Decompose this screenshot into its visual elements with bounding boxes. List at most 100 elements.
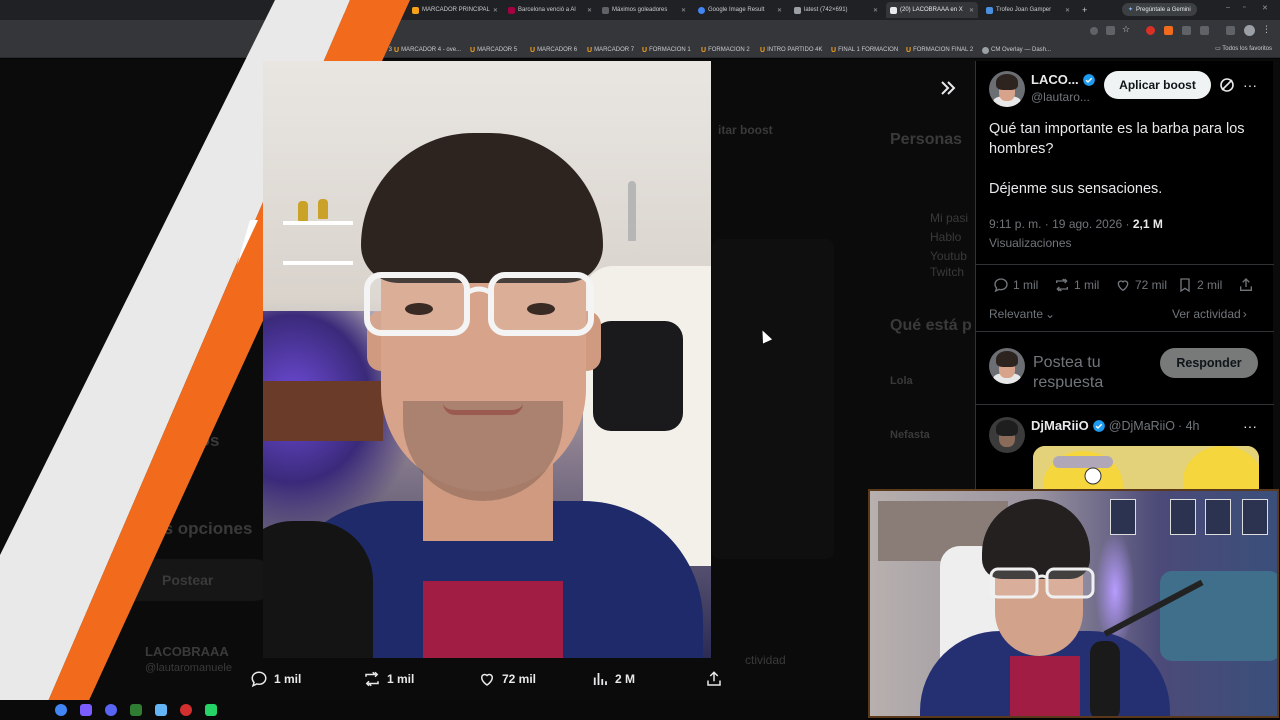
extension-record-icon[interactable] bbox=[1146, 26, 1155, 35]
tab-7[interactable]: Trofeo Joan Gamper ✕ bbox=[982, 2, 1074, 18]
close-icon[interactable]: ✕ bbox=[777, 7, 782, 14]
reply-button[interactable]: Responder bbox=[1160, 348, 1258, 378]
view-activity-link[interactable]: Ver actividad › bbox=[1172, 307, 1247, 321]
chrome-icon[interactable] bbox=[55, 704, 67, 716]
bookmark-item[interactable]: MARCADOR 3 bbox=[352, 45, 392, 55]
tab-favicon bbox=[986, 6, 993, 14]
photo-shelf bbox=[283, 221, 353, 225]
puzzle-icon[interactable] bbox=[1200, 26, 1209, 35]
my-avatar[interactable] bbox=[989, 348, 1025, 384]
close-icon[interactable]: ✕ bbox=[969, 7, 974, 14]
profile-avatar[interactable] bbox=[1244, 25, 1255, 36]
minimize-icon[interactable]: – bbox=[1226, 4, 1230, 11]
share-button[interactable] bbox=[1238, 277, 1254, 293]
extension-icon[interactable] bbox=[1182, 26, 1191, 35]
bookmark-u-icon: U bbox=[906, 46, 912, 54]
webcam-frame bbox=[1205, 499, 1231, 535]
bg-boost-hint: itar boost bbox=[718, 123, 773, 137]
media-reply-button[interactable]: 1 mil bbox=[250, 668, 301, 690]
close-icon[interactable]: ✕ bbox=[493, 7, 498, 14]
more-options-icon[interactable]: ··· bbox=[1242, 77, 1258, 93]
avatar-hair bbox=[996, 73, 1018, 91]
verified-badge-icon bbox=[1082, 73, 1095, 86]
bookmark-item[interactable]: U MARCADOR 4 - ove... bbox=[394, 45, 461, 55]
media-like-button[interactable]: 72 mil bbox=[478, 668, 536, 690]
new-tab-button[interactable]: + bbox=[1078, 2, 1092, 18]
reply-input[interactable]: Postea tu respuesta bbox=[1033, 353, 1143, 389]
bg-line: Nefasta bbox=[890, 429, 930, 441]
media-views-button[interactable]: 2 M bbox=[591, 668, 635, 690]
grok-icon[interactable] bbox=[1219, 77, 1235, 93]
bg-line: Lola bbox=[890, 375, 913, 387]
media-share-button[interactable] bbox=[705, 668, 723, 690]
app-icon[interactable] bbox=[130, 704, 142, 716]
collapse-panel-icon[interactable] bbox=[938, 78, 958, 98]
close-icon[interactable]: ✕ bbox=[873, 7, 878, 14]
author-name[interactable]: LACO... bbox=[1031, 72, 1096, 87]
share-icon bbox=[707, 671, 721, 686]
close-icon[interactable]: ✕ bbox=[681, 7, 686, 14]
side-panel-icon[interactable] bbox=[1226, 26, 1235, 35]
more-options-icon[interactable]: ··· bbox=[1242, 418, 1258, 434]
reply-author-name[interactable]: DjMaRiiO @DjMaRiiO · 4h bbox=[1031, 418, 1200, 433]
webcam-shirt-stripe bbox=[1010, 656, 1080, 716]
bg-heading: Personas bbox=[890, 131, 963, 148]
webcam-overlay bbox=[868, 489, 1279, 718]
tab-4[interactable]: Google Image Result ✕ bbox=[694, 2, 786, 18]
media-repost-button[interactable]: 1 mil bbox=[363, 668, 414, 690]
bg-line: Twitch bbox=[930, 265, 965, 279]
webcam-frame bbox=[1170, 499, 1196, 535]
tab-3[interactable]: Máximos goleadores ✕ bbox=[598, 2, 690, 18]
app-icon[interactable] bbox=[80, 704, 92, 716]
bookmark-u-icon: U bbox=[831, 46, 837, 54]
bookmark-item[interactable]: U MARCADOR 5 bbox=[470, 45, 517, 55]
app-icon[interactable] bbox=[155, 704, 167, 716]
sort-replies-dropdown[interactable]: Relevante ⌄ bbox=[989, 307, 1055, 321]
bookmark-item[interactable]: U FORMACION 1 bbox=[642, 45, 691, 55]
cast-icon[interactable] bbox=[1106, 26, 1115, 35]
close-icon[interactable]: ✕ bbox=[587, 7, 592, 14]
bookmark-item[interactable]: U INTRO PARTIDO 4K bbox=[760, 45, 823, 55]
close-icon[interactable]: ✕ bbox=[395, 7, 400, 14]
kebab-menu-icon[interactable]: ⋮ bbox=[1262, 24, 1273, 35]
tweet-timestamp[interactable]: 9:11 p. m. · 19 ago. 2026 · 2,1 M bbox=[989, 217, 1163, 231]
bg-footer-handle: @lautaromanuele bbox=[145, 662, 232, 674]
heart-icon bbox=[480, 673, 494, 686]
reply-author-avatar[interactable] bbox=[989, 417, 1025, 453]
media-photo[interactable] bbox=[263, 61, 711, 658]
reply-author-handle: @DjMaRiiO bbox=[1108, 418, 1175, 433]
gemini-button[interactable]: ✦ Pregúntale a Gemini bbox=[1122, 3, 1197, 16]
trophy-icon bbox=[628, 181, 636, 241]
author-handle[interactable]: @lautaro... bbox=[1031, 90, 1090, 104]
bookmark-item[interactable]: U FORMACION 2 bbox=[701, 45, 750, 55]
bg-card bbox=[712, 239, 834, 559]
apply-boost-button[interactable]: Aplicar boost bbox=[1104, 71, 1211, 99]
author-avatar[interactable] bbox=[989, 71, 1025, 107]
bookmark-item[interactable]: CM Overlay — Dash... bbox=[982, 45, 1051, 55]
bookmark-item[interactable]: U MARCADOR 6 bbox=[530, 45, 577, 55]
bookmark-stat-button[interactable]: 2 mil bbox=[1177, 277, 1222, 293]
bookmark-item[interactable]: U MARCADOR 7 bbox=[587, 45, 634, 55]
star-icon[interactable]: ☆ bbox=[1122, 24, 1133, 35]
repost-stat-button[interactable]: 1 mil bbox=[1054, 277, 1099, 293]
tab-0[interactable]: ✕ bbox=[340, 2, 404, 18]
folder-icon: ▭ bbox=[1215, 46, 1221, 52]
tab-5[interactable]: latest (742×691) ✕ bbox=[790, 2, 882, 18]
bookmark-item[interactable]: U FORMACION FINAL 2 bbox=[906, 45, 973, 55]
window-close-icon[interactable]: ✕ bbox=[1262, 4, 1268, 12]
obs-icon[interactable] bbox=[180, 704, 192, 716]
tab-1[interactable]: MARCADOR PRINCIPAL ✕ bbox=[408, 2, 500, 18]
tab-active[interactable]: (20) LACOBRAAA en X ✕ bbox=[886, 2, 978, 18]
maximize-icon[interactable]: ▫ bbox=[1243, 4, 1245, 11]
bookmark-item[interactable]: U FINAL 1 FORMACION bbox=[831, 45, 898, 55]
tab-2[interactable]: Barcelona venció a Al ✕ bbox=[504, 2, 596, 18]
discord-icon[interactable] bbox=[105, 704, 117, 716]
whatsapp-icon[interactable] bbox=[205, 704, 217, 716]
close-icon[interactable]: ✕ bbox=[1065, 7, 1070, 14]
extension-icon[interactable] bbox=[1164, 26, 1173, 35]
zoom-icon[interactable] bbox=[1090, 27, 1098, 35]
bg-sidebar-item: culos bbox=[175, 431, 220, 450]
like-stat-button[interactable]: 72 mil bbox=[1115, 277, 1167, 293]
reply-stat-button[interactable]: 1 mil bbox=[993, 277, 1038, 293]
all-bookmarks-button[interactable]: ▭ Todos los favoritos bbox=[1215, 45, 1272, 52]
